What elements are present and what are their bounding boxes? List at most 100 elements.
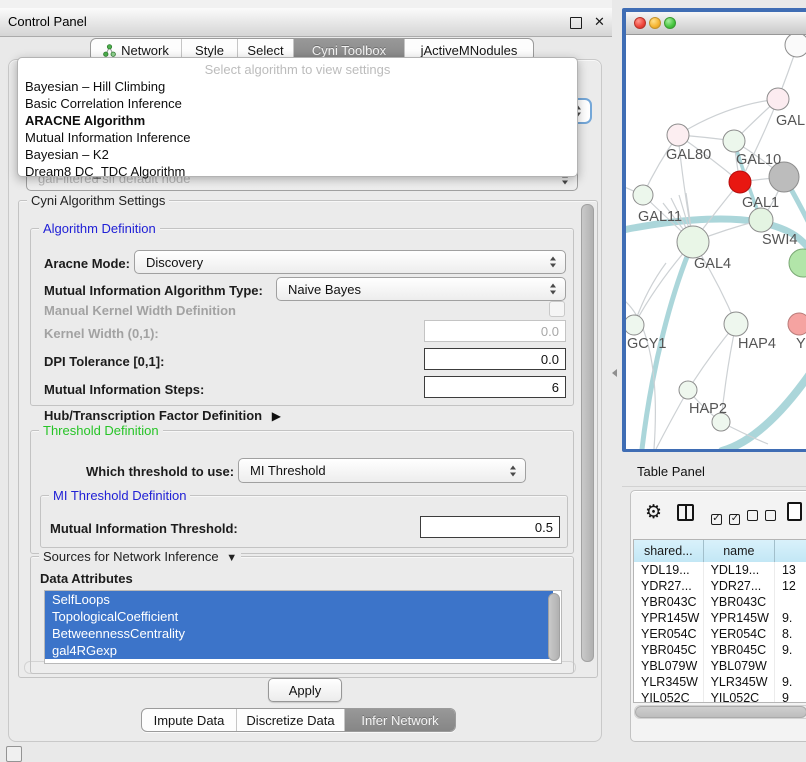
list-item-gal4rgexp[interactable]: gal4RGexp: [45, 642, 553, 659]
select-all-checkboxes-icon[interactable]: ✓ ✓: [711, 508, 740, 526]
mi-threshold-input[interactable]: 0.5: [420, 516, 560, 538]
gear-icon[interactable]: ⚙: [645, 501, 662, 524]
new-table-icon[interactable]: [787, 502, 802, 521]
network-view-window[interactable]: GAL GAL80 GAL10 GAL1 GAL11 SWI4 GAL4 GCY…: [622, 8, 806, 452]
node: [785, 35, 806, 57]
table-row[interactable]: YBL079W YBL079W: [634, 658, 806, 674]
node-gal11: [633, 185, 653, 205]
aracne-mode-combo[interactable]: Discovery: [134, 250, 566, 274]
dpi-tolerance-label: DPI Tolerance [0,1]:: [44, 354, 164, 369]
list-item-selfloops[interactable]: SelfLoops: [45, 591, 553, 608]
zoom-traffic-light-icon[interactable]: [664, 17, 676, 29]
table-row[interactable]: YBR043C YBR043C: [634, 594, 806, 610]
table-horizontal-scrollbar-thumb[interactable]: [635, 706, 806, 718]
node-label: GAL11: [638, 209, 682, 225]
dock-icon[interactable]: [6, 746, 22, 762]
cell: YER054C: [704, 626, 775, 642]
table-row[interactable]: YLR345W YLR345W 9.: [634, 674, 806, 690]
minimize-traffic-light-icon[interactable]: [649, 17, 661, 29]
table-row[interactable]: YPR145W YPR145W 9.: [634, 610, 806, 626]
table-row[interactable]: YER054C YER054C 8.: [634, 626, 806, 642]
expand-right-icon: ▶: [272, 409, 281, 423]
node-label: GAL: [776, 113, 805, 129]
tab-discretize-data[interactable]: Discretize Data: [236, 709, 344, 731]
cell: YDR27...: [704, 578, 775, 594]
cell: 12: [775, 578, 806, 594]
cell: YPR145W: [634, 610, 704, 626]
cell: 13: [775, 562, 806, 578]
popup-item-dream8[interactable]: Dream8 DC_TDC Algorithm: [18, 163, 577, 180]
mi-type-combo[interactable]: Naive Bayes: [276, 277, 566, 301]
tab-infer-network-label: Infer Network: [361, 713, 438, 728]
columns-icon[interactable]: [677, 504, 694, 521]
sources-title-toggle[interactable]: Sources for Network Inference ▼: [39, 549, 241, 564]
node-gal80: [667, 124, 689, 146]
close-traffic-light-icon[interactable]: [634, 17, 646, 29]
popup-item-aracne[interactable]: ARACNE Algorithm: [18, 112, 577, 129]
popup-item-basic-correlation[interactable]: Basic Correlation Inference: [18, 95, 577, 112]
node-table: shared... name YDL19... YDL19... 13 YDR2…: [633, 539, 806, 703]
aracne-mode-value: Discovery: [146, 255, 203, 270]
tab-cyni-toolbox-label: Cyni Toolbox: [312, 43, 386, 58]
table-row[interactable]: YDR27... YDR27... 12: [634, 578, 806, 594]
column-header-shared-name[interactable]: shared...: [634, 540, 704, 562]
kernel-width-value: 0.0: [541, 324, 559, 339]
splitter-handle-icon[interactable]: [612, 369, 617, 377]
cell: 9.: [775, 674, 806, 690]
table-panel-header: Table Panel: [622, 458, 806, 487]
collapse-down-icon: ▼: [226, 552, 237, 564]
cell: YIL052C: [704, 690, 775, 703]
mi-threshold-title: MI Threshold Definition: [49, 488, 190, 503]
cell: YDL19...: [704, 562, 775, 578]
tab-impute-data[interactable]: Impute Data: [142, 709, 236, 731]
columns-icon-divider: [685, 506, 687, 519]
table-row[interactable]: YBR045C YBR045C 9.: [634, 642, 806, 658]
aracne-mode-label: Aracne Mode:: [44, 256, 130, 271]
data-attributes-label: Data Attributes: [40, 571, 133, 586]
close-icon[interactable]: ✕: [594, 8, 605, 36]
column-header-name[interactable]: name: [704, 540, 775, 562]
apply-button[interactable]: Apply: [268, 678, 342, 702]
node-gal4: [677, 226, 709, 258]
list-item-betweennesscentrality[interactable]: BetweennessCentrality: [45, 625, 553, 642]
node-label: GAL1: [742, 195, 779, 211]
popup-item-mutual-information[interactable]: Mutual Information Inference: [18, 129, 577, 146]
control-panel: Control Panel ✕ Network Style Select: [0, 0, 612, 762]
node-gal1: [729, 171, 751, 193]
tab-infer-network[interactable]: Infer Network: [344, 709, 455, 731]
panel-title: Control Panel: [8, 8, 87, 36]
node-label: SWI4: [762, 232, 797, 248]
node-label: HAP2: [689, 401, 727, 417]
control-panel-titlebar: Control Panel ✕: [0, 8, 612, 37]
dpi-tolerance-input[interactable]: 0.0: [424, 348, 566, 370]
kernel-width-input[interactable]: 0.0: [424, 320, 566, 342]
cell: YIL052C: [634, 690, 704, 703]
combo-spinner-icon: [510, 465, 517, 476]
table-horizontal-scrollbar[interactable]: [634, 705, 806, 719]
settings-vertical-scrollbar[interactable]: [581, 204, 594, 662]
mi-steps-value: 6: [552, 380, 559, 395]
float-icon[interactable]: [570, 17, 582, 29]
column-header-partial[interactable]: [775, 540, 806, 562]
popup-item-bayesian-k2[interactable]: Bayesian – K2: [18, 146, 577, 163]
node-label: GAL10: [736, 152, 781, 168]
network-window-titlebar[interactable]: [626, 12, 806, 35]
table-row[interactable]: YDL19... YDL19... 13: [634, 562, 806, 578]
list-item-topologicalcoefficient[interactable]: TopologicalCoefficient: [45, 608, 553, 625]
list-vertical-scrollbar[interactable]: [548, 593, 560, 661]
edge: [656, 390, 688, 449]
network-canvas[interactable]: GAL GAL80 GAL10 GAL1 GAL11 SWI4 GAL4 GCY…: [626, 35, 806, 449]
network-icon: [103, 44, 116, 57]
mi-steps-input[interactable]: 6: [424, 376, 566, 398]
which-threshold-combo[interactable]: MI Threshold: [238, 458, 526, 483]
cell: YBR045C: [704, 642, 775, 658]
hub-definition-toggle[interactable]: Hub/Transcription Factor Definition ▶: [44, 408, 281, 423]
popup-placeholder: Select algorithm to view settings: [18, 61, 577, 78]
table-row[interactable]: YIL052C YIL052C 9: [634, 690, 806, 703]
deselect-all-checkboxes-icon[interactable]: [747, 508, 776, 526]
node-label: GCY1: [627, 336, 667, 352]
popup-item-bayesian-hill-climbing[interactable]: Bayesian – Hill Climbing: [18, 78, 577, 95]
manual-kernel-checkbox[interactable]: [549, 301, 565, 317]
data-attributes-list[interactable]: SelfLoops TopologicalCoefficient Between…: [44, 590, 562, 664]
tab-impute-data-label: Impute Data: [154, 713, 225, 728]
